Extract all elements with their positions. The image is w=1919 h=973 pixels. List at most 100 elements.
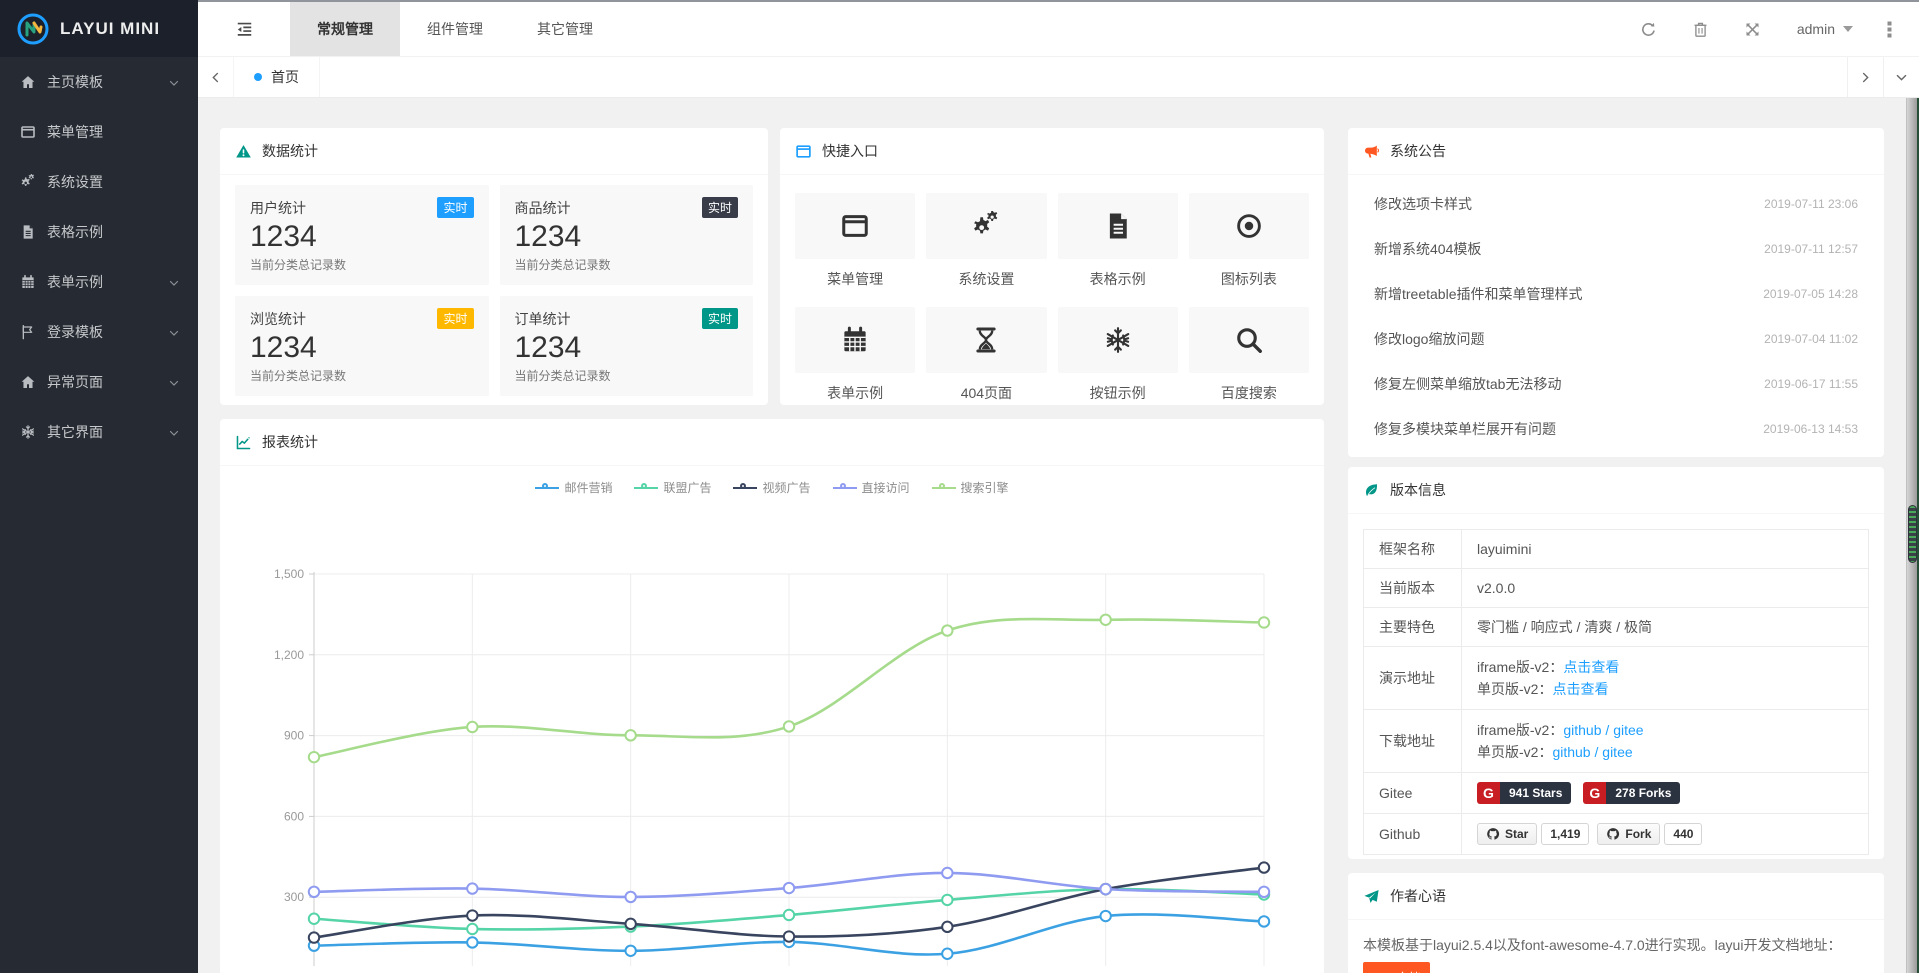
legend-label: 直接访问 (862, 479, 910, 496)
page-scrollbar[interactable] (1906, 98, 1919, 973)
sidebar-item-4[interactable]: 表格示例 (0, 207, 198, 257)
link-separator: / (1602, 722, 1614, 738)
legend-item-3[interactable]: 视频广告 (733, 479, 810, 496)
quick-entry-4[interactable]: 图标列表 (1189, 193, 1309, 289)
gitee-badge[interactable]: G278 Forks (1583, 782, 1680, 804)
file-icon (20, 224, 36, 240)
version-link[interactable]: github (1563, 722, 1601, 738)
legend-item-1[interactable]: 邮件营销 (535, 479, 612, 496)
version-link[interactable]: gitee (1613, 722, 1643, 738)
version-info-card: 版本信息 框架名称layuimini当前版本v2.0.0主要特色零门槛 / 响应… (1348, 467, 1884, 859)
quick-entry-1[interactable]: 菜单管理 (795, 193, 915, 289)
link-prefix: iframe版-v2： (1477, 722, 1563, 738)
github-star-button[interactable]: Star (1477, 823, 1537, 845)
quick-entry-card: 快捷入口 菜单管理系统设置表格示例图标列表表单示例404页面按钮示例百度搜索 (780, 128, 1324, 405)
quick-entry-3[interactable]: 表格示例 (1058, 193, 1178, 289)
app-logo[interactable]: LAYUI MINI (0, 0, 198, 57)
home-icon (20, 74, 36, 90)
leaf-icon (1363, 482, 1380, 499)
sidebar-item-8[interactable]: 其它界面 (0, 407, 198, 457)
scrollbar-thumb[interactable] (1908, 505, 1917, 563)
sidebar-item-1[interactable]: 主页模板 (0, 57, 198, 107)
author-line-1: 本模板基于layui2.5.4以及font-awesome-4.7.0进行实现。… (1363, 932, 1869, 958)
legend-item-4[interactable]: 直接访问 (833, 479, 910, 496)
github-count[interactable]: 1,419 (1541, 823, 1589, 845)
snowflake-icon (1103, 325, 1133, 355)
quick-entry-7[interactable]: 按钮示例 (1058, 307, 1178, 403)
stats-card-title: 数据统计 (262, 141, 318, 161)
legend-marker (833, 487, 857, 489)
outdent-icon (235, 20, 254, 39)
report-line-chart[interactable]: 03006009001,2001,500周一周二周三周四周五周六周日 (220, 496, 1324, 966)
quick-entry-6[interactable]: 404页面 (926, 307, 1046, 403)
sidebar-menu: 主页模板菜单管理系统设置表格示例表单示例登录模板异常页面其它界面 (0, 57, 198, 457)
notice-item-1[interactable]: 修改选项卡样式2019-07-11 23:06 (1359, 181, 1873, 226)
stat-value: 1234 (515, 329, 739, 367)
sidebar-item-label: 登录模板 (47, 322, 168, 342)
sidebar-item-5[interactable]: 表单示例 (0, 257, 198, 307)
quick-entry-8[interactable]: 百度搜索 (1189, 307, 1309, 403)
quick-entry-5[interactable]: 表单示例 (795, 307, 915, 403)
calendar-icon (840, 325, 870, 355)
gitee-badge[interactable]: G941 Stars (1477, 782, 1571, 804)
sidebar-item-6[interactable]: 登录模板 (0, 307, 198, 357)
version-row-2: 当前版本v2.0.0 (1364, 569, 1869, 608)
legend-item-5[interactable]: 搜索引擎 (932, 479, 1009, 496)
stat-box-2: 商品统计实时1234当前分类总记录数 (500, 185, 754, 285)
fullscreen-button[interactable] (1727, 1, 1779, 58)
topbar-tab-2[interactable]: 组件管理 (400, 2, 510, 56)
version-link[interactable]: 点击查看 (1552, 681, 1608, 697)
vertical-dots-icon (1887, 21, 1892, 38)
refresh-button[interactable] (1623, 1, 1675, 58)
quick-card-title: 快捷入口 (822, 141, 878, 161)
notice-text: 新增treetable插件和菜单管理样式 (1374, 284, 1582, 304)
user-dropdown[interactable]: admin (1779, 21, 1871, 37)
svg-text:900: 900 (284, 729, 304, 743)
tab-scroll-left-button[interactable] (198, 57, 234, 97)
sidebar-collapse-button[interactable] (198, 2, 290, 56)
version-row-value: v2.0.0 (1462, 569, 1869, 608)
link-prefix: 单页版-v2： (1477, 681, 1552, 697)
quick-entry-icon-box (926, 307, 1046, 373)
more-menu-button[interactable] (1871, 1, 1907, 58)
notice-item-3[interactable]: 新增treetable插件和菜单管理样式2019-07-05 14:28 (1359, 271, 1873, 316)
notice-item-2[interactable]: 新增系统404模板2019-07-11 12:57 (1359, 226, 1873, 271)
topbar-tab-3[interactable]: 其它管理 (510, 2, 620, 56)
tab-scroll-right-button[interactable] (1847, 57, 1883, 97)
version-row-value: iframe版-v2：github / gitee单页版-v2：github /… (1462, 710, 1869, 773)
octocat-icon (1606, 827, 1620, 841)
notice-item-6[interactable]: 修复多模块菜单栏展开有问题2019-06-13 14:53 (1359, 406, 1873, 451)
link-separator: / (1591, 744, 1603, 760)
tab-operations-button[interactable] (1883, 57, 1919, 97)
notice-time: 2019-07-11 23:06 (1764, 197, 1858, 211)
github-fork-button[interactable]: Fork (1597, 823, 1660, 845)
notice-item-4[interactable]: 修改logo缩放问题2019-07-04 11:02 (1359, 316, 1873, 361)
layui-doc-badge[interactable]: layui文档 (1363, 962, 1430, 973)
legend-item-2[interactable]: 联盟广告 (634, 479, 711, 496)
sidebar-item-7[interactable]: 异常页面 (0, 357, 198, 407)
github-count[interactable]: 440 (1664, 823, 1702, 845)
quick-entry-2[interactable]: 系统设置 (926, 193, 1046, 289)
sidebar-item-3[interactable]: 系统设置 (0, 157, 198, 207)
version-row-label: 演示地址 (1364, 647, 1462, 710)
topbar-tab-1[interactable]: 常规管理 (290, 2, 400, 56)
author-words-card: 作者心语 本模板基于layui2.5.4以及font-awesome-4.7.0… (1348, 873, 1884, 973)
chevron-down-icon (168, 376, 180, 388)
svg-text:1,200: 1,200 (274, 648, 304, 662)
notice-card-header: 系统公告 (1348, 128, 1884, 175)
version-row-6: GiteeG941 StarsG278 Forks (1364, 773, 1869, 814)
version-link[interactable]: github (1552, 744, 1590, 760)
stat-box-1: 用户统计实时1234当前分类总记录数 (235, 185, 489, 285)
clear-cache-button[interactable] (1675, 1, 1727, 58)
notice-item-5[interactable]: 修复左侧菜单缩放tab无法移动2019-06-17 11:55 (1359, 361, 1873, 406)
version-link[interactable]: gitee (1602, 744, 1632, 760)
version-row-value: G941 Stars G278 Forks (1462, 773, 1869, 814)
sidebar-item-2[interactable]: 菜单管理 (0, 107, 198, 157)
version-link[interactable]: 点击查看 (1563, 659, 1619, 675)
version-row-7: GithubStar1,419Fork440 (1364, 814, 1869, 855)
legend-label: 邮件营销 (564, 479, 612, 496)
svg-text:600: 600 (284, 809, 304, 823)
page-tab-1[interactable]: 首页 (234, 57, 320, 97)
layui-mini-logo-icon (16, 12, 50, 46)
legend-marker (535, 487, 559, 489)
